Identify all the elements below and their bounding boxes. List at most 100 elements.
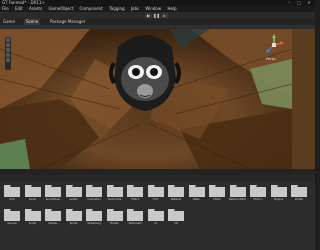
hand-tool-icon[interactable] — [6, 38, 10, 42]
folder-item[interactable]: Sprite — [64, 207, 86, 231]
folder-label: Cosmetics — [87, 198, 101, 201]
folder-item[interactable]: Terrain — [105, 207, 127, 231]
folder-item[interactable]: Scenes — [2, 207, 24, 231]
folder-label: Photon — [253, 198, 263, 201]
folder-icon — [106, 209, 123, 221]
folder-icon — [229, 185, 246, 197]
folder-label: Scenes — [7, 222, 17, 225]
folder-label: Terrain — [110, 222, 119, 225]
menu-item-file[interactable]: File — [2, 6, 9, 11]
folder-label: Mesh — [193, 198, 200, 201]
folder-icon — [106, 185, 123, 197]
scale-tool-icon[interactable] — [6, 53, 10, 57]
folder-item[interactable]: Photon — [248, 183, 270, 207]
folder-item[interactable]: Streaming — [84, 207, 106, 231]
folder-label: Material — [170, 198, 182, 201]
folder-item[interactable]: AudioMixer — [43, 183, 65, 207]
main-toolbar: ▶ ❚❚ ▸ — [0, 12, 315, 19]
pause-icon[interactable]: ❚❚ — [153, 13, 160, 18]
folder-item[interactable]: Shader — [43, 207, 65, 231]
folder-label: Plugins — [273, 198, 284, 201]
folder-item[interactable]: Font — [146, 183, 168, 207]
folder-label: Script — [28, 222, 37, 225]
project-toolbar — [0, 175, 315, 182]
scene-edge — [292, 29, 315, 169]
folder-label: Effect — [131, 198, 139, 201]
folder-icon — [209, 185, 225, 197]
step-icon[interactable]: ▸ — [161, 13, 168, 18]
folder-icon — [45, 185, 61, 197]
folder-item[interactable]: Mesh — [187, 183, 209, 207]
folder-icon — [65, 185, 82, 197]
folder-item[interactable]: Material — [166, 183, 188, 207]
menu-item-component[interactable]: Component — [80, 6, 103, 11]
menu-item-tagging[interactable]: Tagging — [109, 6, 125, 11]
folder-item[interactable]: Prefab — [289, 183, 311, 207]
folder-icon — [127, 185, 143, 197]
folder-label: Audio — [28, 198, 37, 201]
folder-icon — [250, 185, 266, 197]
folder-label: AudioMixer — [45, 198, 61, 201]
folder-item[interactable]: Plugins — [269, 183, 291, 207]
folder-icon — [147, 185, 164, 197]
menu-item-jobs[interactable]: Jobs — [131, 6, 139, 11]
folder-item[interactable]: NetworkData — [228, 183, 250, 207]
folder-icon — [24, 185, 41, 197]
folder-icon — [188, 185, 205, 197]
folder-item[interactable]: Hub — [2, 183, 24, 207]
folder-icon — [65, 209, 82, 221]
rotate-tool-icon[interactable] — [6, 48, 10, 52]
folder-label: VR — [174, 222, 178, 225]
menu-item-edit[interactable]: Edit — [15, 6, 23, 11]
folder-item[interactable]: Cosmetics — [84, 183, 106, 207]
folder-icon — [147, 209, 164, 221]
folder-icon — [4, 209, 20, 221]
folder-label: Prefab — [294, 198, 304, 201]
view-mode-label[interactable]: Persp — [266, 57, 276, 61]
folder-icon — [270, 185, 287, 197]
folder-item[interactable]: Effect — [125, 183, 147, 207]
folder-icon — [45, 209, 61, 221]
asset-folders: Hub Audio AudioMixer Avatar Cosmetics Customi… — [0, 183, 315, 250]
folder-label: Texture2D — [128, 222, 142, 225]
folder-item[interactable]: Audio — [23, 183, 45, 207]
folder-label: UI — [154, 222, 157, 225]
folder-icon — [24, 209, 41, 221]
folder-label: Customize — [107, 198, 122, 201]
folder-label: Hub — [9, 198, 15, 201]
rect-tool-icon[interactable] — [6, 58, 10, 62]
play-icon[interactable]: ▶ — [145, 13, 152, 18]
folder-item[interactable]: VR — [166, 207, 188, 231]
folder-item[interactable]: UI — [146, 207, 168, 231]
folder-label: Mode — [213, 198, 221, 201]
package-manager-tab-label: Package Manager — [50, 19, 86, 24]
folder-icon — [291, 185, 307, 197]
folder-icon — [4, 185, 20, 197]
folder-icon — [168, 209, 184, 221]
folder-icon — [86, 209, 102, 221]
scene-render — [0, 29, 292, 169]
game-tab-label: Game — [3, 19, 15, 24]
folder-icon — [127, 209, 143, 221]
menu-item-assets[interactable]: Assets — [29, 6, 42, 11]
orientation-gizmo-icon[interactable] — [262, 33, 286, 57]
folder-item[interactable]: Avatar — [64, 183, 86, 207]
folder-label: Avatar — [69, 198, 78, 201]
move-tool-icon[interactable] — [6, 43, 10, 47]
folder-item[interactable]: Texture2D — [125, 207, 147, 231]
folder-item[interactable]: Script — [23, 207, 45, 231]
menu-item-window[interactable]: Window — [145, 6, 161, 11]
folder-item[interactable]: Mode — [207, 183, 229, 207]
menu-item-gameobject[interactable]: GameObject — [48, 6, 73, 11]
scene-tab-label: Scene — [26, 19, 39, 24]
scene-viewport[interactable] — [0, 29, 292, 169]
folder-label: Shader — [48, 222, 58, 225]
folder-item[interactable]: Customize — [105, 183, 127, 207]
project-panel: Hub Audio AudioMixer Avatar Cosmetics Customi… — [0, 169, 315, 250]
folder-icon — [86, 185, 102, 197]
transform-tools — [5, 37, 11, 70]
folder-label: Font — [152, 198, 159, 201]
folder-icon — [168, 185, 184, 197]
folder-label: Sprite — [69, 222, 78, 225]
menu-item-help[interactable]: Help — [167, 6, 176, 11]
